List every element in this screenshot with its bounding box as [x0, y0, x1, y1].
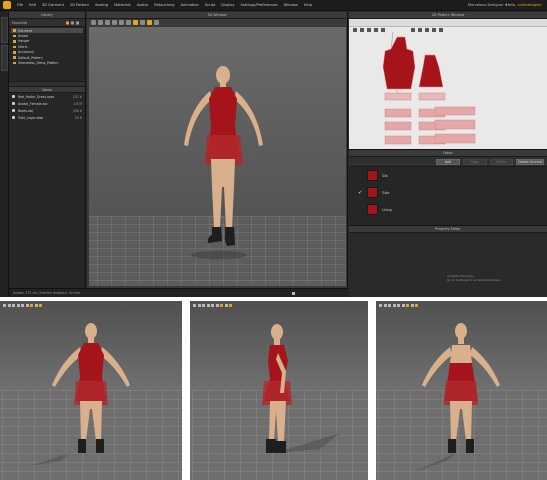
menu-edit[interactable]: Edit	[26, 3, 39, 7]
fabric-panel: Fabric Add Copy Delete Delete Unused Sil…	[349, 149, 547, 225]
left-dock-tabs	[0, 11, 9, 297]
check-icon: ✔	[358, 190, 363, 196]
folder-icon	[13, 34, 16, 38]
render-side-view	[190, 301, 368, 480]
menu-window[interactable]: Window	[281, 3, 301, 7]
library-title: Library	[9, 12, 85, 19]
tack-tool-icon[interactable]	[119, 20, 124, 25]
rotate-tool-icon[interactable]	[105, 20, 110, 25]
file-icon	[12, 116, 15, 119]
app-logo-icon	[3, 1, 11, 9]
file-item[interactable]: Red_Halter_Dress.zpac 221 K	[9, 93, 85, 100]
move-tool-icon[interactable]	[98, 20, 103, 25]
menu-materials[interactable]: Materials	[111, 3, 133, 7]
3d-toolbar	[91, 20, 159, 26]
dock-tab-history[interactable]	[1, 45, 8, 71]
favorites-bar: Favorites	[9, 19, 85, 27]
avatar-display-icon[interactable]	[140, 20, 145, 25]
fabric-toolbar: Add Copy Delete Delete Unused	[349, 157, 547, 167]
file-item[interactable]: Tulle_Layer.zfab 28 K	[9, 114, 85, 121]
menu-2d-pattern[interactable]: 2D Pattern	[67, 3, 92, 7]
avatar-side-figure	[262, 324, 340, 453]
menu-script[interactable]: Script	[202, 3, 218, 7]
property-editor: Property Editor Activate Windows Go to S…	[349, 225, 547, 297]
delete-fabric-button[interactable]: Delete	[489, 158, 514, 165]
library-panel: Library Favorites Garment Avatar Hanger …	[9, 12, 86, 297]
folder-item[interactable]: Sleeveless_Dress_Pattern	[11, 60, 83, 65]
avatar-figure-main[interactable]	[89, 27, 346, 286]
folder-icon	[13, 40, 16, 43]
simulate-icon[interactable]	[133, 20, 138, 25]
user-prefix: Hello,	[506, 3, 517, 7]
add-fabric-button[interactable]: Add	[436, 158, 460, 165]
activation-notice: Activate Windows Go to Settings to activ…	[447, 274, 501, 283]
folder-icon	[13, 29, 16, 32]
menu-retouching[interactable]: Retouching	[151, 3, 177, 7]
status-text: Avatar: 172 cm / Particle distance: 20 m…	[13, 291, 81, 295]
3d-window-title: 3D Window	[87, 12, 347, 19]
menu-avatar[interactable]: Avatar	[134, 3, 152, 7]
2d-window-title: 2D Pattern Window	[349, 12, 547, 19]
2d-toolbar	[349, 19, 547, 32]
status-bar: Avatar: 172 cm / Particle distance: 20 m…	[9, 288, 349, 297]
select-tool-icon[interactable]	[91, 20, 96, 25]
folder-icon	[13, 56, 16, 59]
camera-icon[interactable]	[154, 20, 159, 25]
2d-pattern-window: 2D Pattern Window	[349, 12, 547, 149]
render-front-view	[0, 301, 182, 480]
fabric-swatch	[367, 170, 378, 181]
render-back-view	[376, 301, 547, 480]
favorites-label: Favorites	[12, 20, 28, 25]
folder-icon	[13, 50, 16, 54]
menu-display[interactable]: Display	[218, 3, 237, 7]
user-greeting: Hello, clothdesigner	[506, 3, 542, 7]
3d-viewport[interactable]	[89, 27, 346, 286]
user-name[interactable]: clothdesigner	[518, 3, 542, 7]
property-editor-title: Property Editor	[349, 226, 547, 233]
menu-3d-garment[interactable]: 3D Garment	[39, 3, 67, 7]
dock-tab-library[interactable]	[1, 17, 8, 43]
file-icon	[12, 95, 15, 98]
avatar-front-figure	[30, 323, 130, 466]
library-toolbar-icons[interactable]	[66, 21, 82, 25]
fabric-title: Fabric	[349, 150, 547, 157]
fabric-swatch	[367, 204, 378, 215]
delete-unused-button[interactable]: Delete Unused	[516, 158, 545, 165]
measure-tool-icon[interactable]	[126, 20, 131, 25]
pattern-canvas[interactable]	[349, 27, 547, 149]
fabric-list-item[interactable]: Lining	[349, 201, 547, 218]
menu-help[interactable]: Help	[301, 3, 315, 7]
file-item[interactable]: Boots.obj 356 K	[9, 107, 85, 114]
app-title: Marvelous Designer 4	[467, 3, 507, 7]
folder-icon	[13, 45, 16, 49]
menu-file[interactable]: File	[14, 3, 26, 7]
copy-fabric-button[interactable]: Copy	[462, 158, 487, 165]
3d-window: 3D Window	[87, 12, 348, 288]
fabric-swatch	[367, 187, 378, 198]
menu-settings[interactable]: Settings/Preferences	[238, 3, 281, 7]
fabric-list-item[interactable]: ✔ Tulle	[349, 184, 547, 201]
status-expand-icon[interactable]	[292, 292, 295, 295]
folder-icon	[13, 61, 16, 65]
file-icon	[12, 109, 15, 112]
fabric-list-item[interactable]: Silk	[349, 167, 547, 184]
file-item[interactable]: Avatar_Female.avt 1.8 M	[9, 100, 85, 107]
avatar-back-figure	[416, 323, 500, 471]
library-folder-tree: Garment Avatar Hanger Fabric Accessory D…	[9, 27, 85, 81]
menu-animation[interactable]: Animation	[178, 3, 202, 7]
app-window: File Edit 3D Garment 2D Pattern Sewing M…	[0, 0, 547, 297]
pattern-pieces[interactable]	[349, 27, 547, 149]
pin-tool-icon[interactable]	[112, 20, 117, 25]
menu-sewing[interactable]: Sewing	[92, 3, 111, 7]
file-icon	[12, 102, 15, 105]
menubar: File Edit 3D Garment 2D Pattern Sewing M…	[0, 0, 547, 11]
texture-display-icon[interactable]	[147, 20, 152, 25]
